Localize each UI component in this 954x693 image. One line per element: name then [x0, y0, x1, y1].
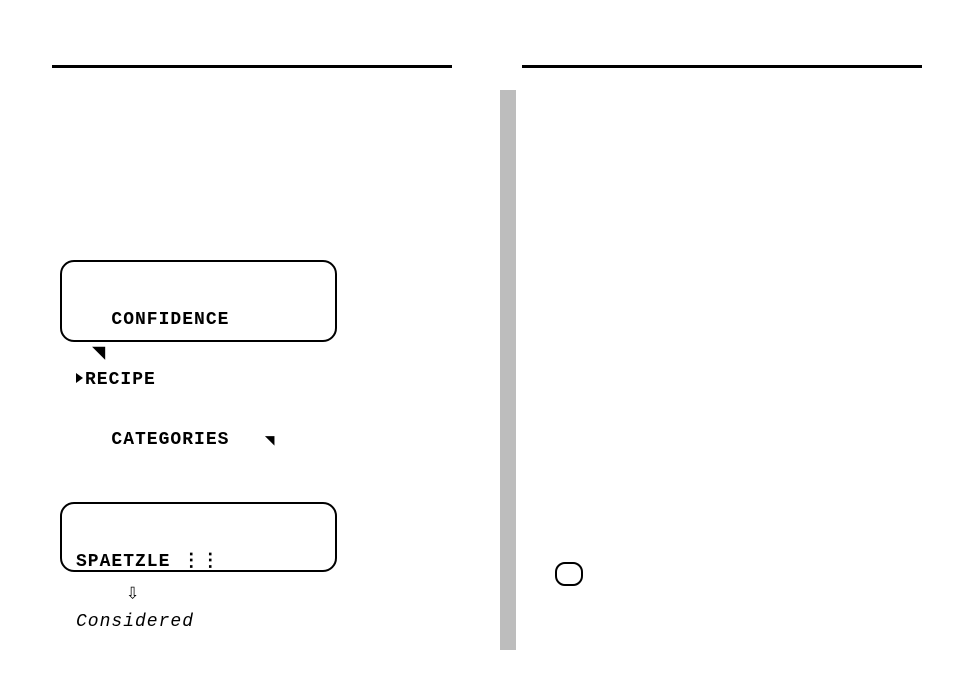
lcd-line-2: RECIPE	[76, 370, 321, 390]
caret-icon	[76, 373, 83, 383]
lcd-line-3: CATEGORIES ◥	[76, 430, 321, 450]
cursor-icon: ⋮⋮	[182, 552, 220, 572]
left-column-rule	[52, 65, 452, 68]
left-column	[52, 65, 452, 68]
lcd-menu-item-categories: CATEGORIES	[111, 430, 229, 450]
lcd2-line-2: Considered	[76, 612, 321, 632]
lcd-line-1: CONFIDENCE	[76, 310, 321, 330]
page: CONFIDENCE RECIPE CATEGORIES ◥ ◥ SPAETZL…	[0, 0, 954, 693]
lcd-screen-entry: SPAETZLE ⋮⋮ Considered	[60, 502, 337, 572]
page-gutter	[500, 90, 516, 650]
right-column-rule	[522, 65, 922, 68]
step-arrow-icon: ◥	[92, 340, 105, 366]
entry-title: SPAETZLE	[76, 552, 170, 572]
submenu-arrow-icon: ◥	[265, 431, 276, 451]
entry-subtitle: Considered	[76, 612, 194, 632]
lcd-menu-item-confidence: CONFIDENCE	[111, 310, 229, 330]
lcd-screen-menu: CONFIDENCE RECIPE CATEGORIES ◥	[60, 260, 337, 342]
button-outline-icon	[555, 562, 583, 586]
right-column	[522, 65, 922, 68]
lcd2-line-1: SPAETZLE ⋮⋮	[76, 552, 321, 572]
down-arrow-icon: ⇩	[126, 580, 139, 606]
lcd-menu-item-recipe: RECIPE	[85, 370, 156, 390]
